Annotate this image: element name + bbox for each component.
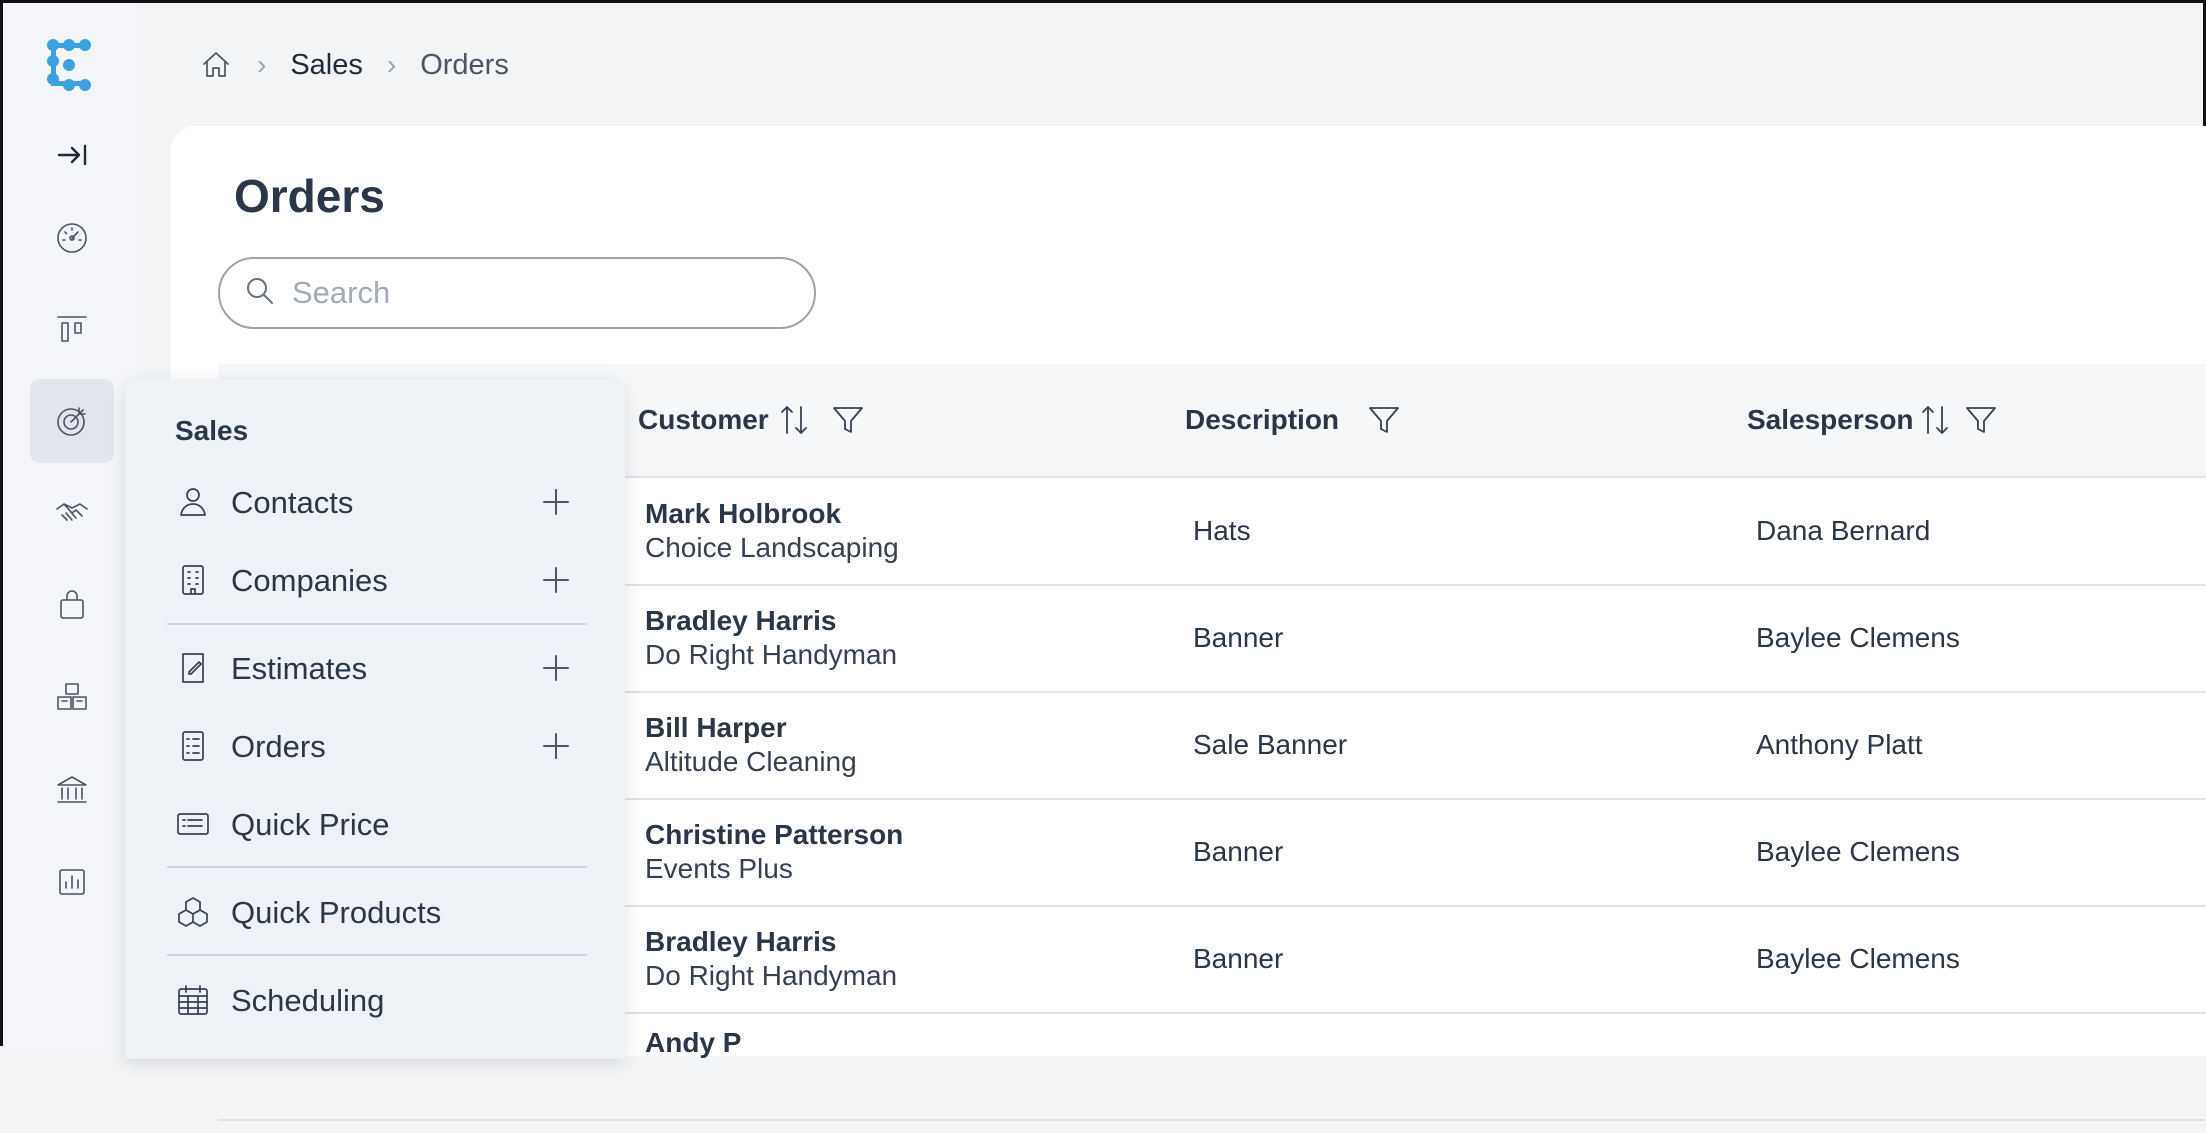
description-cell: Hats — [1193, 515, 1251, 546]
customer-company: Do Right Handyman — [645, 639, 898, 670]
menu-item-quick-products[interactable]: Quick Products — [175, 883, 575, 943]
menu-divider — [167, 866, 587, 868]
salesperson-cell: Baylee Clemens — [1756, 836, 1960, 867]
board-icon[interactable] — [30, 288, 114, 372]
customer-cell: Andy P — [645, 1013, 741, 1133]
description-cell: Sale Banner — [1193, 729, 1348, 760]
add-contact-button[interactable] — [539, 485, 575, 521]
column-description[interactable]: Description — [1185, 364, 1401, 476]
customer-company: Events Plus — [645, 853, 793, 884]
add-order-button[interactable] — [539, 729, 575, 765]
customer-cell: Bradley Harris Do Right Handyman — [645, 585, 897, 691]
sales-flyout-menu: Sales Contacts Companies Estimates Order… — [125, 379, 625, 1059]
menu-item-label: Quick Price — [231, 807, 390, 842]
salesperson-cell: Baylee Clemens — [1756, 622, 1960, 653]
customer-cell: Mark Holbrook Choice Landscaping — [645, 478, 899, 584]
cubes-icon — [175, 894, 213, 932]
salesperson-cell: Anthony Platt — [1756, 729, 1923, 760]
customer-name: Bradley Harris — [645, 605, 837, 636]
menu-item-label: Orders — [231, 729, 326, 764]
breadcrumb-separator: › — [386, 49, 397, 80]
building-icon — [175, 562, 213, 600]
customer-name: Christine Patterson — [645, 819, 904, 850]
filter-icon[interactable] — [1367, 403, 1401, 437]
filter-icon[interactable] — [831, 403, 865, 437]
menu-item-contacts[interactable]: Contacts — [175, 473, 575, 533]
sort-icon[interactable] — [779, 403, 809, 437]
menu-divider — [167, 954, 587, 956]
breadcrumb-sales[interactable]: Sales — [290, 49, 363, 82]
customer-company: Do Right Handyman — [645, 960, 898, 991]
menu-title: Sales — [175, 415, 249, 446]
customer-name: Bradley Harris — [645, 926, 837, 957]
description-cell: Banner — [1193, 836, 1284, 867]
customer-company: Altitude Cleaning — [645, 746, 857, 777]
column-label: Customer — [638, 404, 769, 435]
boxes-icon[interactable] — [30, 655, 114, 739]
customer-company: Choice Landscaping — [645, 532, 899, 563]
search-input[interactable] — [290, 274, 794, 312]
customer-cell: Christine Patterson Events Plus — [645, 799, 903, 905]
price-card-icon — [175, 806, 213, 844]
filter-icon[interactable] — [1964, 403, 1998, 437]
menu-divider — [167, 623, 587, 625]
menu-item-label: Companies — [231, 563, 388, 598]
menu-item-quick-price[interactable]: Quick Price — [175, 795, 575, 855]
column-label: Salesperson — [1747, 404, 1914, 435]
menu-item-scheduling[interactable]: Scheduling — [175, 971, 575, 1031]
search-box[interactable] — [218, 257, 816, 329]
calendar-icon — [175, 982, 213, 1020]
dashboard-icon[interactable] — [30, 196, 114, 280]
salesperson-cell: Dana Bernard — [1756, 515, 1931, 546]
description-cell: Banner — [1193, 622, 1284, 653]
breadcrumb: › Sales › Orders — [199, 43, 509, 87]
menu-item-orders[interactable]: Orders — [175, 717, 575, 777]
add-estimate-button[interactable] — [539, 651, 575, 687]
collapse-icon[interactable] — [30, 113, 114, 197]
chart-icon[interactable] — [30, 840, 114, 924]
description-cell: Banner — [1193, 943, 1284, 974]
home-icon[interactable] — [199, 48, 233, 82]
page-title: Orders — [234, 170, 385, 222]
customer-cell: Bill Harper Altitude Cleaning — [645, 692, 857, 798]
breadcrumb-orders: Orders — [420, 48, 509, 81]
menu-item-companies[interactable]: Companies — [175, 551, 575, 611]
column-customer[interactable]: Customer — [638, 364, 865, 476]
salesperson-cell: Baylee Clemens — [1756, 943, 1960, 974]
sidebar-rail — [3, 3, 137, 1049]
bag-icon[interactable] — [30, 563, 114, 647]
customer-name: Bill Harper — [645, 712, 787, 743]
add-company-button[interactable] — [539, 563, 575, 599]
menu-item-label: Contacts — [231, 485, 354, 520]
customer-cell: Bradley Harris Do Right Handyman — [645, 906, 897, 1012]
menu-item-estimates[interactable]: Estimates — [175, 639, 575, 699]
target-icon[interactable] — [30, 379, 114, 463]
breadcrumb-separator: › — [257, 49, 267, 80]
sort-icon[interactable] — [1920, 403, 1950, 437]
menu-item-label: Estimates — [231, 651, 368, 686]
customer-name: Andy P — [645, 1027, 742, 1058]
person-icon — [175, 484, 213, 522]
handshake-icon[interactable] — [30, 471, 114, 555]
column-salesperson[interactable]: Salesperson — [1747, 364, 1998, 476]
customer-name: Mark Holbrook — [645, 498, 842, 529]
estimate-icon — [175, 650, 213, 688]
bank-icon[interactable] — [30, 748, 114, 832]
menu-item-label: Quick Products — [231, 895, 442, 930]
search-icon — [244, 275, 276, 312]
orders-icon — [175, 728, 213, 766]
menu-item-label: Scheduling — [231, 983, 385, 1018]
column-label: Description — [1185, 404, 1340, 435]
app-logo[interactable] — [43, 37, 99, 93]
